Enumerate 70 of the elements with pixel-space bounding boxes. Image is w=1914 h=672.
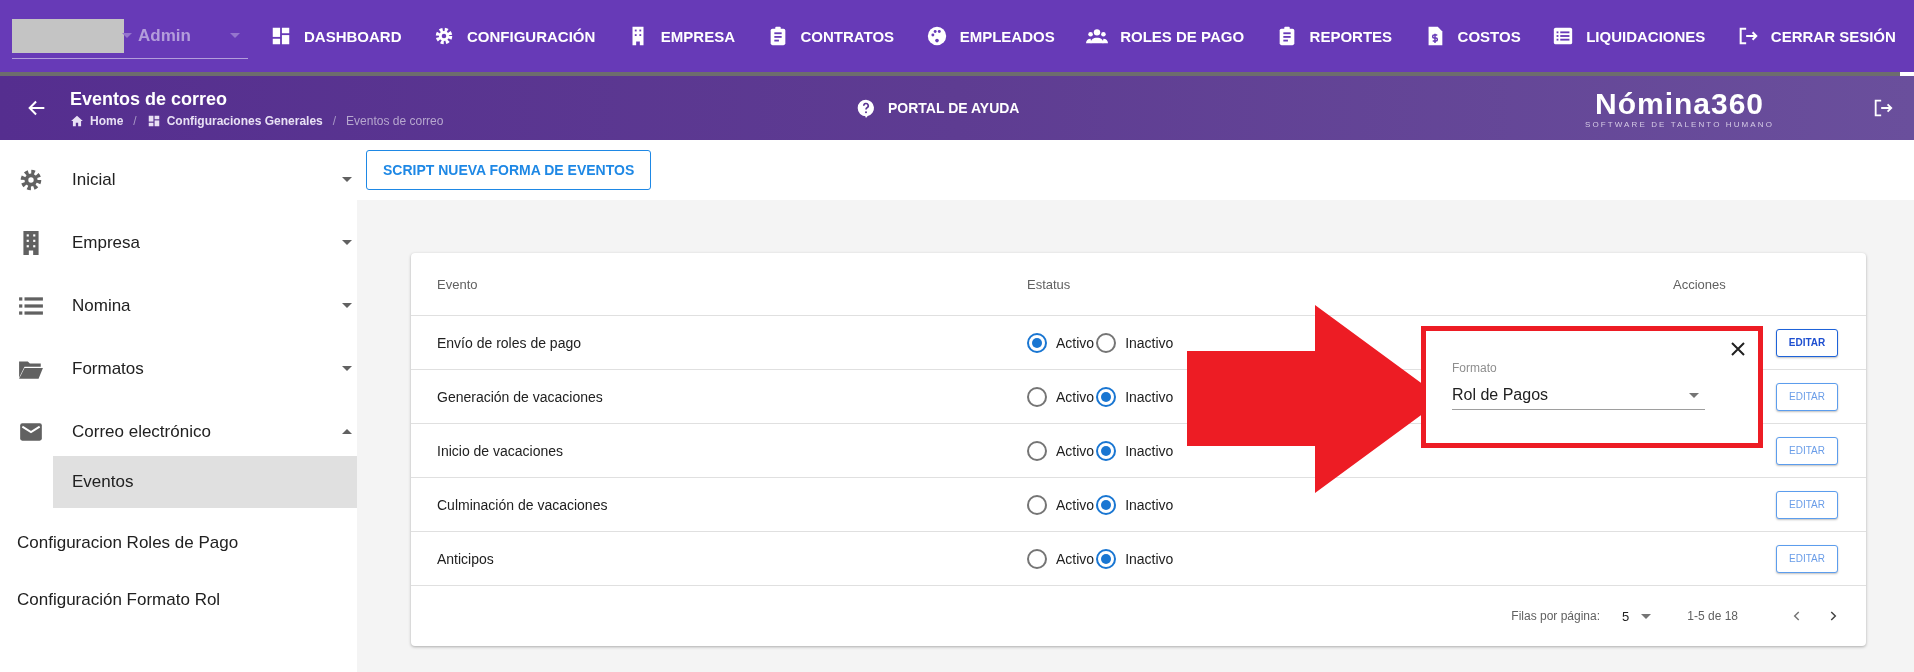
sidebar-item[interactable]: Inicial bbox=[0, 148, 357, 211]
radio-button[interactable] bbox=[1027, 440, 1047, 461]
column-header: Acciones bbox=[1673, 276, 1727, 292]
gear-icon bbox=[433, 25, 455, 47]
page-range: 1-5 de 18 bbox=[1687, 609, 1738, 623]
nav-item[interactable]: COSTOS bbox=[1423, 25, 1521, 47]
breadcrumb-link[interactable]: Configuraciones Generales bbox=[166, 113, 323, 128]
radio-button[interactable] bbox=[1096, 332, 1117, 353]
field-label: Formato bbox=[1452, 361, 1497, 375]
breadcrumb-separator: / bbox=[332, 113, 337, 128]
rows-per-page-select[interactable]: 5 bbox=[1622, 608, 1652, 624]
logo-text: Nómina360 bbox=[1594, 87, 1765, 120]
format-select[interactable]: Rol de Pagos bbox=[1452, 381, 1705, 410]
sidebar-link[interactable]: Configuracion Roles de Pago bbox=[0, 514, 357, 571]
nav-item[interactable]: CERRAR SESIÓN bbox=[1736, 25, 1896, 47]
rows-per-page-label: Filas por página: bbox=[1511, 609, 1601, 623]
radio-label: Inactivo bbox=[1125, 388, 1174, 405]
breadcrumb-separator: / bbox=[133, 113, 137, 128]
nav-item[interactable]: CONFIGURACIÓN bbox=[433, 25, 596, 47]
radio-label: Inactivo bbox=[1125, 442, 1174, 459]
script-button[interactable]: SCRIPT NUEVA FORMA DE EVENTOS bbox=[366, 150, 652, 190]
radio-label: Activo bbox=[1056, 334, 1095, 351]
help-icon bbox=[856, 98, 876, 118]
table-cell-text: Inicio de vacaciones bbox=[436, 442, 565, 459]
column-header: Evento bbox=[436, 276, 479, 292]
radio-button[interactable] bbox=[1027, 548, 1047, 569]
radio-label: Inactivo bbox=[1125, 496, 1174, 513]
sidebar-item[interactable]: Nomina bbox=[0, 274, 357, 337]
dashboard-icon bbox=[270, 25, 292, 47]
table-cell-text: Envío de roles de pago bbox=[436, 334, 582, 351]
radio-label: Activo bbox=[1056, 388, 1095, 405]
close-icon[interactable] bbox=[1730, 341, 1746, 357]
sidebar-item[interactable]: Formatos bbox=[0, 337, 357, 400]
radio-button[interactable] bbox=[1027, 386, 1047, 407]
sidebar-link[interactable]: Configuración Formato Rol bbox=[0, 571, 357, 628]
table-cell-text: Culminación de vacaciones bbox=[436, 496, 609, 513]
radio-button[interactable] bbox=[1096, 386, 1117, 407]
nav-item[interactable]: ROLES DE PAGO bbox=[1086, 25, 1245, 47]
breadcrumb-link[interactable]: Home bbox=[90, 113, 124, 128]
page-title: Eventos de correo bbox=[70, 88, 229, 110]
radio-button[interactable] bbox=[1096, 440, 1117, 461]
logout-icon[interactable] bbox=[1872, 97, 1894, 119]
table-cell-text: Anticipos bbox=[436, 550, 495, 567]
palette-icon bbox=[925, 25, 948, 47]
nav-item[interactable]: DASHBOARD bbox=[270, 25, 402, 47]
logo-tagline: SOFTWARE DE TALENTO HUMANO bbox=[1585, 119, 1774, 129]
nav-item[interactable]: CONTRATOS bbox=[766, 25, 895, 47]
radio-label: Inactivo bbox=[1125, 550, 1174, 567]
nav-item[interactable]: EMPRESA bbox=[626, 25, 735, 47]
edit-button[interactable]: EDITAR bbox=[1776, 328, 1838, 357]
radio-button[interactable] bbox=[1027, 494, 1047, 515]
help-portal-link[interactable]: PORTAL DE AYUDA bbox=[888, 100, 1020, 116]
table-cell-text: Generación de vacaciones bbox=[436, 388, 604, 405]
radio-button[interactable] bbox=[1027, 332, 1047, 353]
radio-label: Activo bbox=[1056, 550, 1095, 567]
nav-item[interactable]: REPORTES bbox=[1275, 25, 1393, 47]
sidebar-subitem[interactable]: Eventos bbox=[53, 456, 357, 508]
dashboard-icon bbox=[146, 113, 161, 128]
nav-item[interactable]: EMPLEADOS bbox=[925, 25, 1055, 47]
radio-label: Inactivo bbox=[1125, 334, 1174, 351]
radio-button[interactable] bbox=[1096, 548, 1117, 569]
column-header: Estatus bbox=[1027, 276, 1072, 292]
radio-label: Activo bbox=[1056, 442, 1095, 459]
sidebar-item[interactable]: Empresa bbox=[0, 211, 357, 274]
list-icon bbox=[1552, 25, 1575, 47]
radio-label: Activo bbox=[1056, 496, 1095, 513]
nav-item[interactable]: LIQUIDACIONES bbox=[1552, 25, 1706, 47]
radio-button[interactable] bbox=[1096, 494, 1117, 515]
caret-icon bbox=[230, 33, 240, 38]
home-icon bbox=[70, 113, 84, 128]
